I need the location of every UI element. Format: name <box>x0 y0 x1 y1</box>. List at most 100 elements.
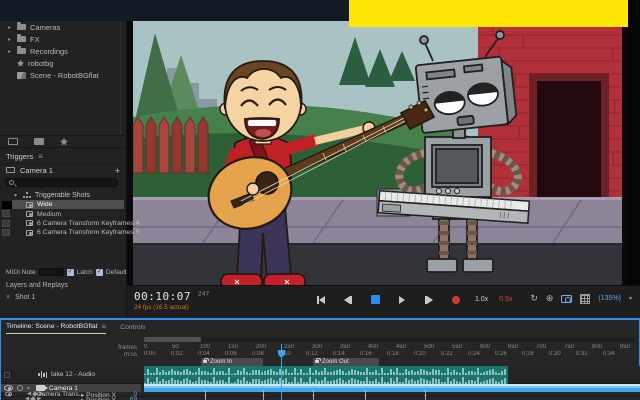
refresh-icon[interactable]: ↻ <box>530 293 538 304</box>
play-button[interactable] <box>394 293 410 306</box>
trigger-swatch[interactable] <box>2 201 12 209</box>
stop-button[interactable] <box>367 293 383 306</box>
camera-clip-bar[interactable] <box>144 384 640 392</box>
keyframe-lane[interactable]: IIIII <box>144 392 640 396</box>
time-ruler[interactable]: 0:000:020:040:060:080:100:120:140:160:18… <box>144 351 638 358</box>
new-puppet-button[interactable] <box>60 138 68 146</box>
midi-note-row: MIDI Note ✓ Latch ✓ Default <box>0 266 127 278</box>
timeline-zoom-scrollbar[interactable] <box>144 337 634 342</box>
audio-clip[interactable] <box>144 366 508 384</box>
trigger-item-keyframes-4[interactable]: 6 Camera Transform Keyframes 4 <box>0 219 127 228</box>
chevron-right-icon[interactable]: ▸ <box>8 48 13 55</box>
keyframe-icon[interactable]: I <box>424 396 427 400</box>
playback-controls: 1.0x 0.5x <box>313 293 512 306</box>
visibility-eye-icon[interactable] <box>5 392 12 397</box>
latch-checkbox[interactable]: ✓ <box>67 269 74 276</box>
trigger-item-wide[interactable]: Wide <box>0 200 127 209</box>
triggers-camera-row[interactable]: Camera 1 + <box>0 163 127 176</box>
panel-menu-icon[interactable]: ≡ <box>38 152 43 161</box>
transport-bar: 00:10:07 247 24 fps (16.5 actual) 1.0x 0… <box>127 285 640 318</box>
keyframe-icon[interactable]: I <box>262 396 265 400</box>
robot-body <box>425 137 491 197</box>
chevron-right-icon[interactable]: ▸ <box>8 24 13 31</box>
boy-shoe-right <box>264 274 305 285</box>
audio-track-header[interactable]: take 12 - Audio <box>1 366 141 383</box>
scrollbar-thumb[interactable] <box>144 337 201 342</box>
frames-ruler[interactable]: 0501001502002503003504004505005506006507… <box>144 344 638 351</box>
zoom-level[interactable]: (135%) <box>598 295 621 302</box>
robot-head <box>416 56 518 134</box>
chevron-down-icon[interactable]: ▾ <box>629 295 632 302</box>
keyframe-icon[interactable]: I <box>364 396 367 400</box>
snapshot-icon[interactable] <box>561 295 572 303</box>
trigger-key-chip[interactable] <box>2 229 10 236</box>
property-value[interactable]: 69 <box>130 396 137 400</box>
boy-shoe-left <box>221 274 262 285</box>
camera-label: Camera 1 <box>20 166 53 175</box>
tab-timeline-scene[interactable]: Timeline: Scene - RobotBGflat≡ <box>6 322 106 334</box>
go-to-start-button[interactable] <box>313 293 329 306</box>
triggerable-shots-group[interactable]: ▾ Triggerable Shots <box>0 190 127 200</box>
timeline-panel: Timeline: Scene - RobotBGflat≡ Controls … <box>0 318 640 400</box>
project-item-robotbg[interactable]: robotbg <box>0 57 126 69</box>
shot-icon <box>26 211 33 217</box>
project-item-label: Recordings <box>30 47 68 56</box>
trigger-label: Wide <box>37 201 53 208</box>
new-folder-button[interactable] <box>34 138 44 145</box>
left-panel-column: ▸ Cameras ▸ FX ▸ Recordings robotbg Scen… <box>0 21 127 318</box>
project-item-recordings[interactable]: ▸ Recordings <box>0 45 126 57</box>
road <box>133 243 622 285</box>
audio-track[interactable]: take 12 - Audio <box>1 366 640 384</box>
lock-icon <box>203 360 207 363</box>
playback-speed[interactable]: 1.0x <box>475 296 488 303</box>
marker-row: Zoom In Zoom Out <box>144 358 638 366</box>
scene-icon <box>17 72 26 79</box>
search-input[interactable] <box>5 178 118 187</box>
triggers-search-row <box>0 176 127 189</box>
chevron-down-icon[interactable]: ▾ <box>14 192 19 199</box>
tab-controls[interactable]: Controls <box>120 324 145 331</box>
trigger-key-chip[interactable] <box>2 210 10 217</box>
lock-icon <box>315 360 319 363</box>
shot-1-row[interactable]: × Shot 1 <box>6 294 35 301</box>
timeline-marker[interactable]: Zoom Out <box>313 358 379 366</box>
keyframe-navigator[interactable]: ◀▶ <box>25 396 41 400</box>
record-button[interactable] <box>448 293 464 306</box>
transparency-grid-icon[interactable] <box>580 294 590 304</box>
timeline-marker[interactable]: Zoom In <box>201 358 263 366</box>
scene-canvas[interactable] <box>133 21 622 285</box>
trigger-key-chip[interactable] <box>2 220 10 227</box>
door <box>537 81 601 199</box>
solo-icon[interactable] <box>17 385 23 391</box>
visibility-eye-icon[interactable] <box>4 385 13 391</box>
timecode-display[interactable]: 00:10:07 247 <box>134 290 210 303</box>
trigger-item-keyframes-5[interactable]: 6 Camera Transform Keyframes 5 <box>0 228 127 237</box>
step-back-button[interactable] <box>340 293 356 306</box>
waveform-top <box>144 367 508 375</box>
panel-menu-icon[interactable]: ≡ <box>102 322 107 331</box>
trigger-item-medium[interactable]: Medium <box>0 209 127 218</box>
add-trigger-button[interactable]: + <box>115 166 120 176</box>
project-item-scene[interactable]: Scene - RobotBGflat <box>0 69 126 81</box>
yellow-banner-overlay <box>349 0 628 27</box>
mute-toggle[interactable] <box>4 372 10 378</box>
scene-viewport <box>127 21 640 285</box>
close-icon[interactable]: × <box>6 294 10 301</box>
keyframe-icon[interactable]: I <box>204 396 207 400</box>
midi-note-label: MIDI Note <box>6 269 36 276</box>
step-forward-button[interactable] <box>421 293 437 306</box>
project-item-fx[interactable]: ▸ FX <box>0 33 126 45</box>
midi-note-input[interactable] <box>39 268 64 276</box>
keyframe-icon[interactable]: I <box>312 396 315 400</box>
center-view-icon[interactable]: ⊕ <box>546 293 554 304</box>
chevron-right-icon[interactable]: ▸ <box>8 36 13 43</box>
camera-monitor-icon <box>6 167 15 173</box>
new-scene-button[interactable] <box>8 138 18 145</box>
triggers-panel-header: Triggers ≡ <box>0 150 127 163</box>
right-letterbox <box>627 0 640 318</box>
project-item-cameras[interactable]: ▸ Cameras <box>0 21 126 33</box>
default-checkbox[interactable]: ✓ <box>96 269 103 276</box>
folder-icon <box>17 36 26 42</box>
hierarchy-icon <box>23 192 31 198</box>
project-item-label: robotbg <box>28 59 53 68</box>
